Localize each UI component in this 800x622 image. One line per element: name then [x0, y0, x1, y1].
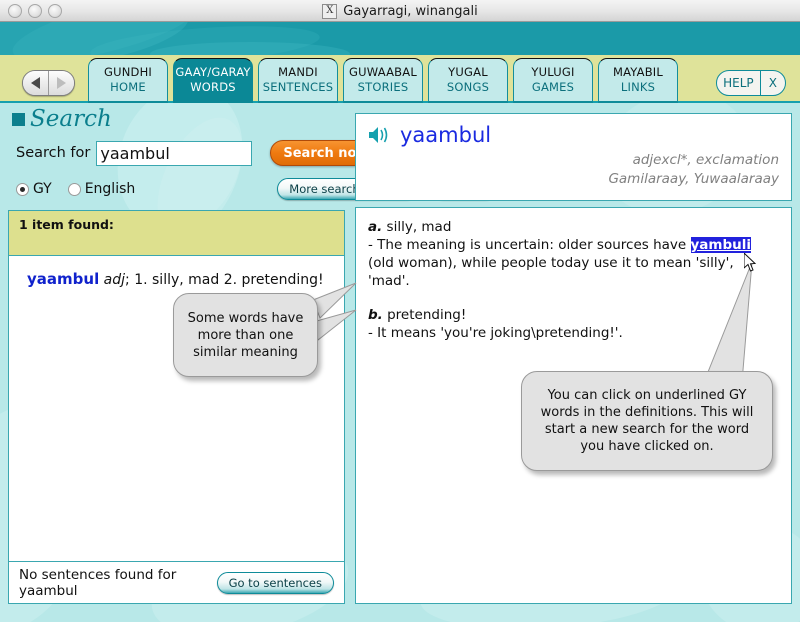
tab-label-line1: GUNDHI	[104, 65, 152, 80]
tab-label-line1: YULUGI	[531, 65, 574, 80]
next-tab-button[interactable]	[48, 71, 74, 95]
sense-b-marker: b.	[368, 307, 383, 323]
radio-english[interactable]: English	[68, 181, 136, 197]
radio-english-dot	[68, 183, 81, 196]
tab-label-line2: STORIES	[358, 80, 409, 95]
search-for-label: Search for	[16, 145, 90, 161]
x11-app-icon: X	[322, 4, 337, 19]
tab-label-line2: SENTENCES	[263, 80, 333, 95]
speaker-icon[interactable]	[368, 126, 390, 144]
sense-a-gloss-line: a. silly, mad	[368, 218, 779, 236]
tab-yulugi-games[interactable]: YULUGIGAMES	[513, 58, 593, 103]
tab-gundhi-home[interactable]: GUNDHIHOME	[88, 58, 168, 103]
tab-label-line1: MAYABIL	[613, 65, 663, 80]
search-input[interactable]	[96, 141, 252, 166]
tab-label-line1: MANDI	[278, 65, 318, 80]
tab-label-line2: GAMES	[532, 80, 574, 95]
results-count-bar: 1 item found:	[9, 211, 344, 256]
tab-nav-arrows[interactable]	[22, 70, 75, 96]
tab-mandi-sentences[interactable]: MANDISENTENCES	[258, 58, 338, 103]
sense-a-note-before: - The meaning is uncertain: older source…	[368, 237, 691, 253]
tab-guwaabal-stories[interactable]: GUWAABALSTORIES	[343, 58, 423, 103]
sense-b: b. pretending! - It means 'you're joking…	[368, 306, 779, 342]
result-pos: adj	[104, 272, 125, 288]
list-item[interactable]: yaambul adj; 1. silly, mad 2. pretending…	[27, 270, 344, 288]
sense-a-marker: a.	[368, 219, 382, 235]
help-close-group: HELP X	[716, 70, 786, 96]
window-title-text: Gayarragi, winangali	[343, 4, 477, 19]
arrow-right-icon	[57, 77, 66, 89]
tab-gaay-garay-words[interactable]: GAAY/GARAYWORDS	[173, 58, 253, 103]
window-titlebar: X Gayarragi, winangali	[0, 0, 800, 22]
search-heading: Search	[30, 108, 112, 131]
radio-gy-dot	[16, 183, 29, 196]
sense-b-gloss: pretending!	[387, 307, 466, 323]
tab-yugal-songs[interactable]: YUGALSONGS	[428, 58, 508, 103]
sense-a: a. silly, mad - The meaning is uncertain…	[368, 218, 779, 290]
results-list: yaambul adj; 1. silly, mad 2. pretending…	[9, 256, 344, 288]
radio-gy[interactable]: GY	[16, 181, 52, 197]
entry-headword: yaambul	[400, 123, 491, 147]
tab-label-line1: GUWAABAL	[349, 65, 417, 80]
callout-clickable-links: You can click on underlined GY words in …	[521, 371, 773, 471]
tab-label-line1: YUGAL	[448, 65, 488, 80]
search-section-header: Search	[12, 108, 112, 131]
sense-a-gloss: silly, mad	[387, 219, 452, 235]
result-headword[interactable]: yaambul	[27, 270, 99, 288]
search-row: Search for Search now	[16, 140, 381, 166]
entry-meta: adjexcl*, exclamation Gamilaraay, Yuwaal…	[356, 151, 791, 189]
tab-mayabil-links[interactable]: MAYABILLINKS	[598, 58, 678, 103]
entry-header-panel: yaambul adjexcl*, exclamation Gamilaraay…	[355, 113, 792, 201]
callout-1-text: Some words have more than one similar me…	[182, 310, 309, 361]
help-button[interactable]: HELP	[717, 71, 760, 95]
sense-b-gloss-line: b. pretending!	[368, 306, 779, 324]
application-window: X Gayarragi, winangali GUNDHIHOME GAAY/G…	[0, 0, 800, 622]
sense-spacer	[368, 290, 779, 306]
sense-b-note: - It means 'you're joking\pretending!'.	[368, 324, 779, 342]
result-glosses: ; 1. silly, mad 2. pretending!	[125, 272, 324, 288]
radio-english-label: English	[85, 181, 136, 197]
entry-pos-line: adjexcl*, exclamation	[356, 151, 779, 170]
sentences-status-text: No sentences found for yaambul	[19, 567, 217, 599]
window-title: X Gayarragi, winangali	[0, 0, 800, 22]
sense-a-note: - The meaning is uncertain: older source…	[368, 236, 779, 290]
main-tabs: GUNDHIHOME GAAY/GARAYWORDS MANDISENTENCE…	[88, 58, 678, 103]
tab-label-line1: GAAY/GARAY	[175, 65, 250, 80]
callout-2-text: You can click on underlined GY words in …	[532, 387, 762, 455]
arrow-left-icon	[31, 77, 40, 89]
results-panel: 1 item found: yaambul adj; 1. silly, mad…	[8, 210, 345, 604]
tab-label-line2: SONGS	[447, 80, 489, 95]
tab-label-line2: HOME	[110, 80, 146, 95]
sentences-status-bar: No sentences found for yaambul Go to sen…	[9, 561, 344, 603]
go-to-sentences-button[interactable]: Go to sentences	[217, 572, 334, 594]
banner-teal	[0, 22, 800, 55]
sense-a-note-after: (old woman), while people today use it t…	[368, 255, 734, 289]
tab-label-line2: LINKS	[621, 80, 655, 95]
gy-word-link-yambuli[interactable]: yambuli	[691, 237, 752, 253]
quit-button[interactable]: X	[760, 71, 785, 95]
mouse-cursor	[744, 253, 758, 273]
entry-headword-row: yaambul	[356, 114, 791, 147]
prev-tab-button[interactable]	[23, 71, 48, 95]
callout-multiple-meanings: Some words have more than one similar me…	[173, 293, 318, 377]
entry-language-line: Gamilaraay, Yuwaalaraay	[356, 170, 779, 189]
radio-gy-label: GY	[33, 181, 52, 197]
bullet-square-icon	[12, 113, 25, 126]
tab-label-line2: WORDS	[190, 80, 236, 95]
